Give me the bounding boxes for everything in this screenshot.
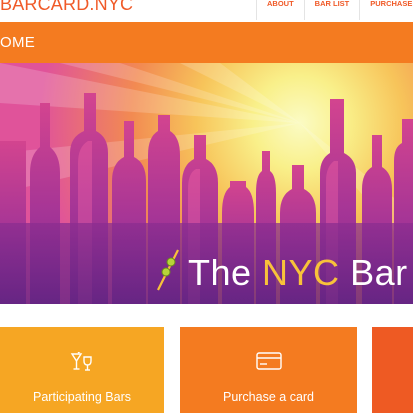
page-title: OME (0, 34, 36, 51)
site-logo[interactable]: BARCARD.NYC (0, 0, 133, 15)
hero-title-prefix: The (188, 252, 263, 293)
nav-purchase[interactable]: PURCHASE (359, 0, 412, 20)
hero-title-suffix: Bar (339, 252, 408, 293)
page-banner: OME (0, 22, 413, 63)
purchase-card-label: Purchase a card (222, 390, 315, 404)
hero-title-highlight: NYC (262, 252, 340, 293)
nav-about[interactable]: ABOUT (256, 0, 304, 20)
site-header: BARCARD.NYC ABOUT BAR LIST PURCHASE (0, 0, 413, 22)
main-nav: ABOUT BAR LIST PURCHASE (256, 0, 412, 20)
third-tile[interactable] (372, 327, 413, 413)
participating-bars-label: Participating Bars (33, 390, 131, 404)
hero-title: The NYC Bar (188, 252, 408, 294)
drinks-icon (70, 349, 94, 379)
card-icon (255, 352, 282, 375)
nav-bar-list[interactable]: BAR LIST (303, 0, 360, 20)
purchase-card-tile[interactable]: Purchase a card (180, 327, 357, 413)
feature-tiles: Participating Bars Purchase a card (0, 327, 413, 413)
participating-bars-tile[interactable]: Participating Bars (0, 327, 164, 413)
